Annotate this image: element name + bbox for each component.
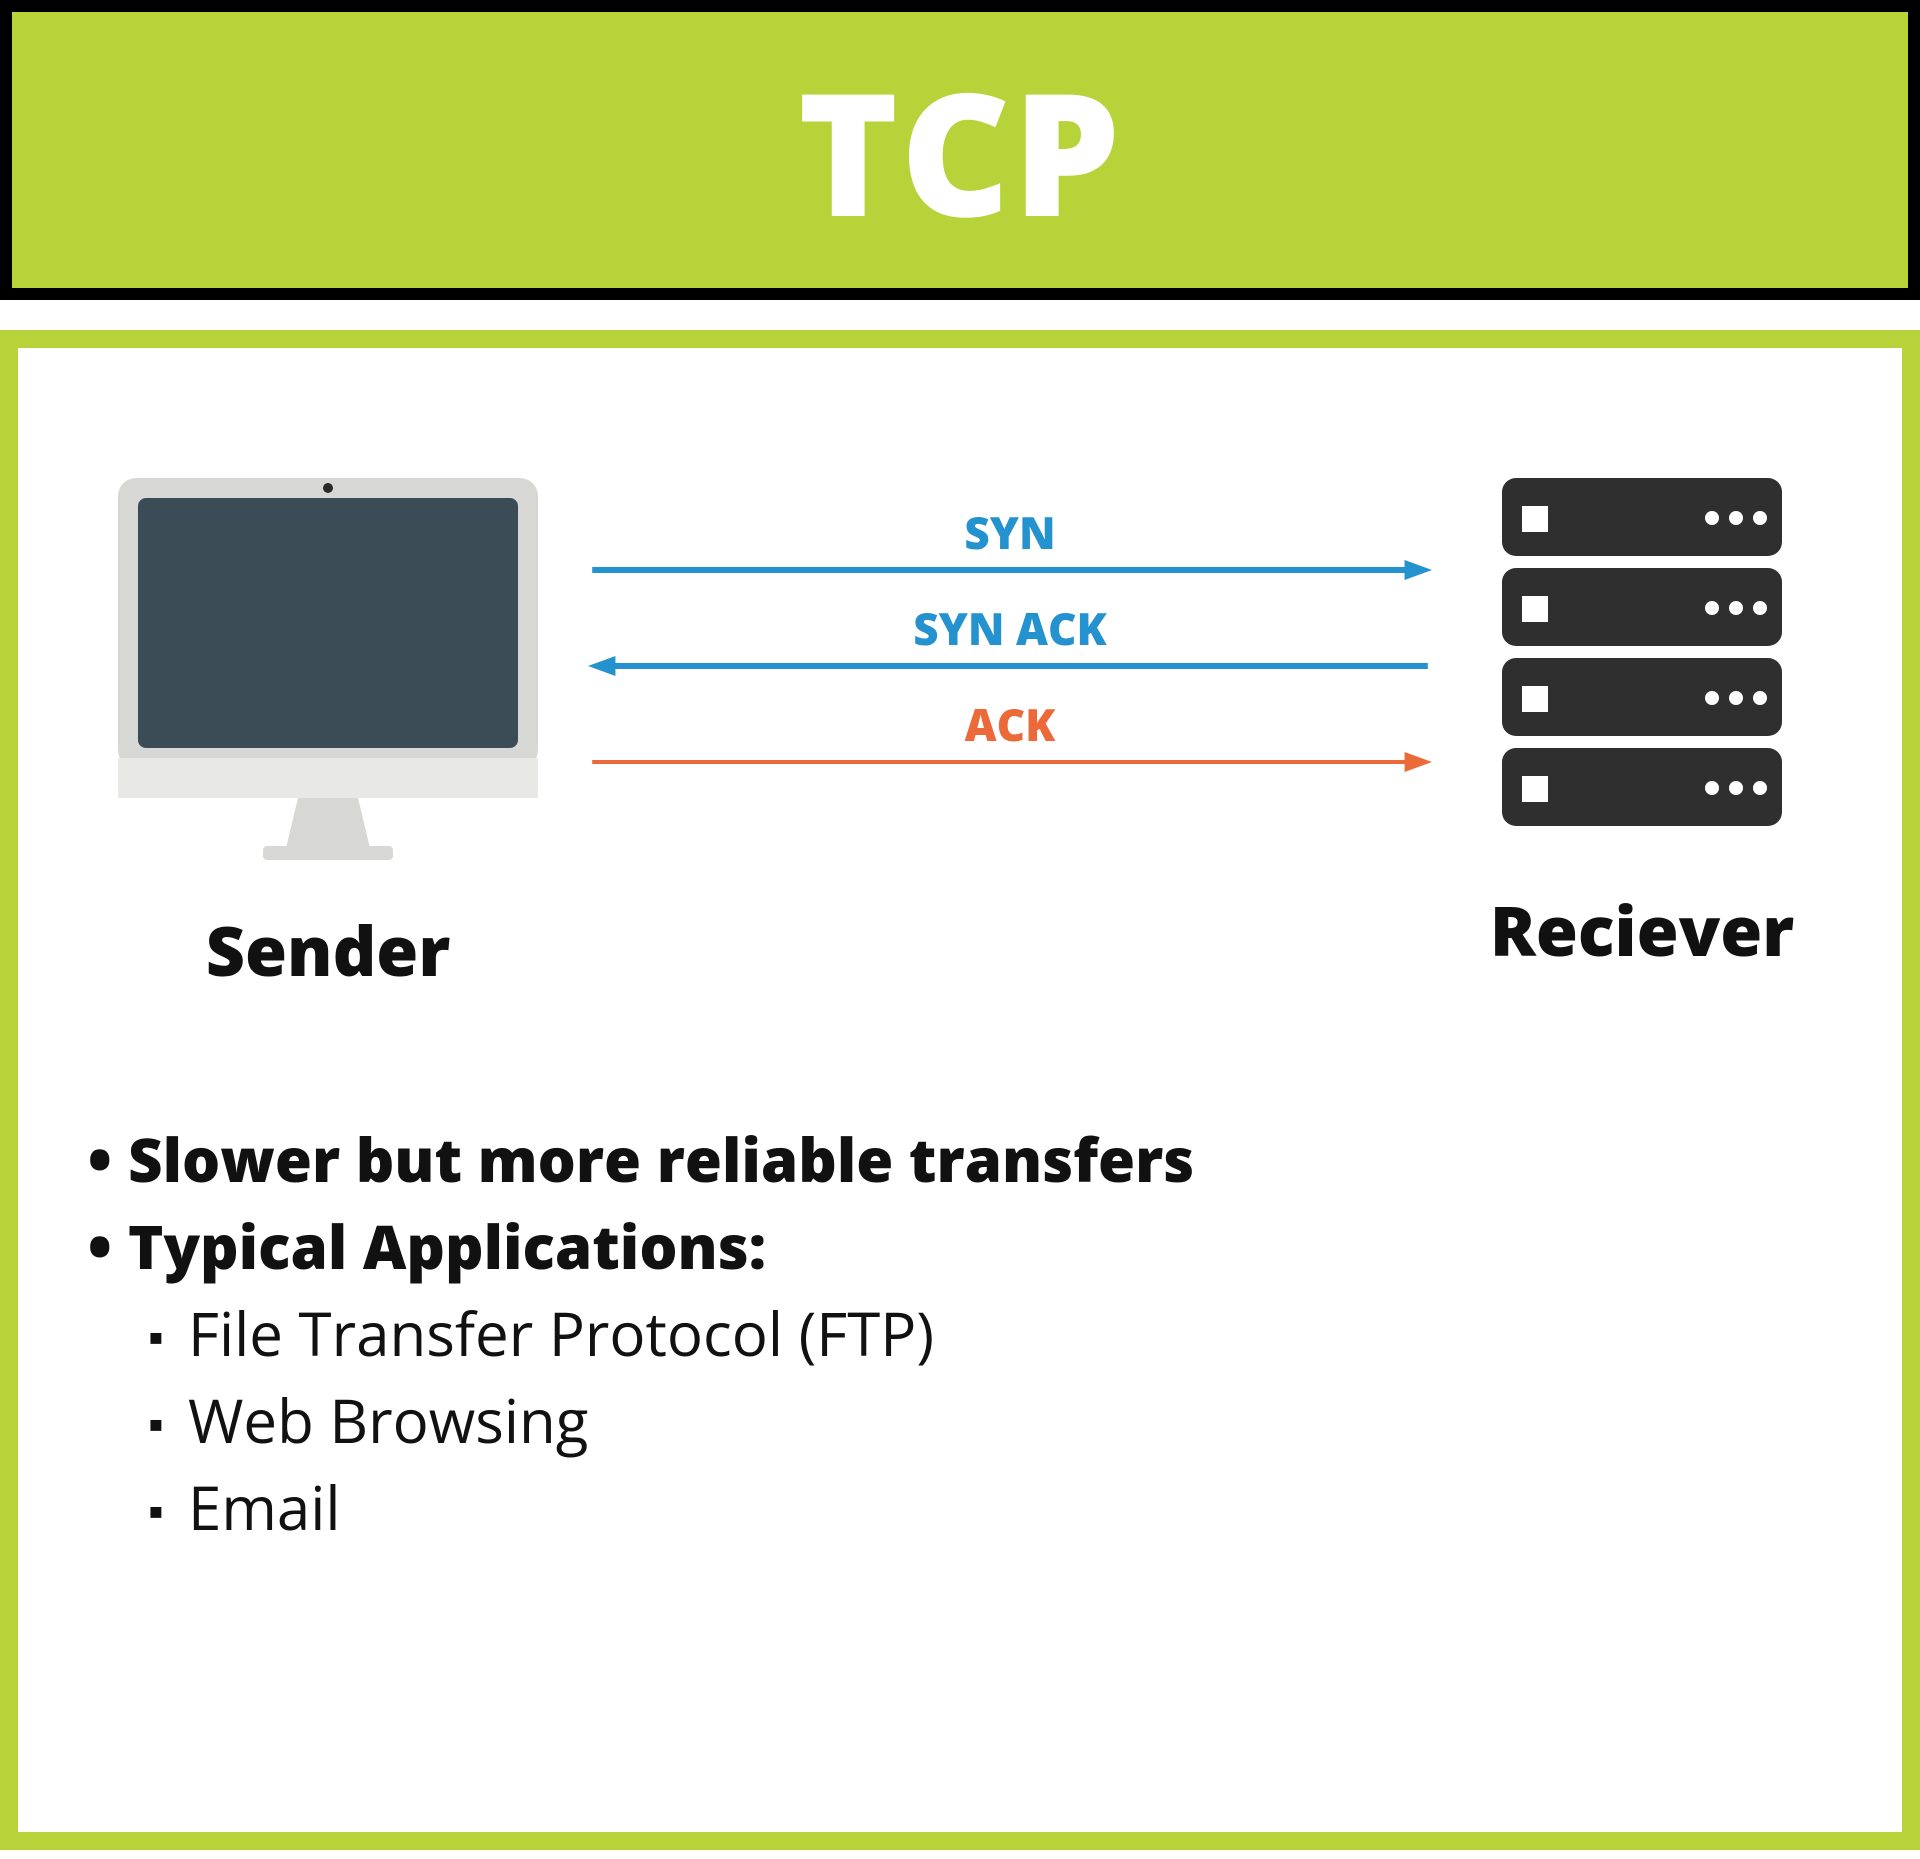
receiver-label: Reciever: [1452, 883, 1832, 976]
arrow-label: SYN: [588, 502, 1432, 562]
bullet-main: Slower but more reliable transfers: [128, 1116, 1832, 1203]
handshake-diagram: Sender SYN SYN ACK: [88, 428, 1832, 996]
diagram-container: TCP Sender: [0, 0, 1920, 1859]
bullet-sub: Web Browsing: [128, 1377, 1832, 1464]
receiver-node: Reciever: [1452, 468, 1832, 976]
sender-node: Sender: [88, 468, 568, 996]
header-title: TCP: [798, 34, 1122, 266]
monitor-icon: [108, 468, 548, 873]
header-bar: TCP: [0, 0, 1920, 300]
server-rack-icon: [1492, 468, 1792, 853]
bullet-sub: File Transfer Protocol (FTP): [128, 1290, 1832, 1377]
arrow-label: SYN ACK: [588, 598, 1432, 658]
bullet-list: Slower but more reliable transfers Typic…: [88, 1116, 1832, 1551]
arrow-syn-ack: SYN ACK: [588, 604, 1432, 678]
arrow-syn: SYN: [588, 508, 1432, 582]
sender-label: Sender: [88, 903, 568, 996]
bullet-sub: Email: [128, 1464, 1832, 1551]
handshake-arrows: SYN SYN ACK ACK: [568, 468, 1452, 774]
bullet-main: Typical Applications:: [128, 1203, 1832, 1290]
body-panel: Sender SYN SYN ACK: [0, 330, 1920, 1850]
arrow-ack: ACK: [588, 700, 1432, 774]
arrow-label: ACK: [588, 694, 1432, 754]
